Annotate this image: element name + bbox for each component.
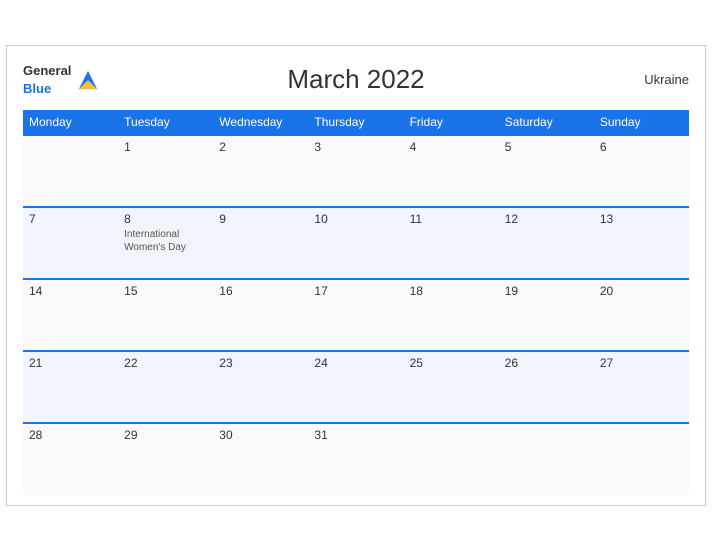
day-number: 17	[314, 284, 397, 298]
calendar-cell: 10	[308, 207, 403, 279]
calendar-cell: 23	[213, 351, 308, 423]
calendar-cell: 11	[404, 207, 499, 279]
event-label: International Women's Day	[124, 228, 207, 254]
calendar-cell: 19	[499, 279, 594, 351]
calendar-cell: 5	[499, 135, 594, 207]
day-number: 12	[505, 212, 588, 226]
week-row-3: 14 15 16 17 18 19 20	[23, 279, 689, 351]
calendar-cell: 6	[594, 135, 689, 207]
day-number: 23	[219, 356, 302, 370]
calendar-cell: 16	[213, 279, 308, 351]
calendar-cell: 14	[23, 279, 118, 351]
day-number: 16	[219, 284, 302, 298]
day-number: 6	[600, 140, 683, 154]
day-number: 22	[124, 356, 207, 370]
day-number: 10	[314, 212, 397, 226]
calendar-cell: 8 International Women's Day	[118, 207, 213, 279]
logo-blue-text: Blue	[23, 81, 51, 96]
days-of-week-row: Monday Tuesday Wednesday Thursday Friday…	[23, 110, 689, 135]
calendar-cell: 18	[404, 279, 499, 351]
col-thursday: Thursday	[308, 110, 403, 135]
calendar-cell: 2	[213, 135, 308, 207]
col-tuesday: Tuesday	[118, 110, 213, 135]
day-number: 20	[600, 284, 683, 298]
day-number: 28	[29, 428, 112, 442]
calendar-cell: 31	[308, 423, 403, 495]
calendar-cell: 28	[23, 423, 118, 495]
day-number: 27	[600, 356, 683, 370]
col-wednesday: Wednesday	[213, 110, 308, 135]
calendar-cell	[499, 423, 594, 495]
day-number: 30	[219, 428, 302, 442]
calendar-cell: 26	[499, 351, 594, 423]
day-number: 25	[410, 356, 493, 370]
calendar-cell: 20	[594, 279, 689, 351]
day-number: 14	[29, 284, 112, 298]
col-friday: Friday	[404, 110, 499, 135]
calendar-cell: 15	[118, 279, 213, 351]
calendar-cell: 21	[23, 351, 118, 423]
ukraine-flag-icon	[77, 69, 99, 91]
week-row-1: 123456	[23, 135, 689, 207]
day-number: 4	[410, 140, 493, 154]
calendar-cell: 7	[23, 207, 118, 279]
col-monday: Monday	[23, 110, 118, 135]
day-number: 5	[505, 140, 588, 154]
col-sunday: Sunday	[594, 110, 689, 135]
day-number: 15	[124, 284, 207, 298]
calendar-cell: 24	[308, 351, 403, 423]
day-number: 31	[314, 428, 397, 442]
day-number: 24	[314, 356, 397, 370]
logo: General Blue	[23, 62, 99, 98]
calendar-cell: 29	[118, 423, 213, 495]
week-row-4: 21 22 23 24 25 26 27	[23, 351, 689, 423]
day-number: 1	[124, 140, 207, 154]
day-number: 7	[29, 212, 112, 226]
calendar-cell: 22	[118, 351, 213, 423]
day-number: 9	[219, 212, 302, 226]
calendar-cell: 3	[308, 135, 403, 207]
calendar-title: March 2022	[287, 64, 424, 95]
day-number: 29	[124, 428, 207, 442]
country-label: Ukraine	[644, 72, 689, 87]
calendar-cell	[404, 423, 499, 495]
calendar-header: General Blue March 2022 Ukraine	[23, 62, 689, 98]
col-saturday: Saturday	[499, 110, 594, 135]
calendar-cell: 4	[404, 135, 499, 207]
week-row-2: 78 International Women's Day 9 10 11 12 13	[23, 207, 689, 279]
day-number: 2	[219, 140, 302, 154]
day-number: 26	[505, 356, 588, 370]
calendar-cell	[23, 135, 118, 207]
day-number: 3	[314, 140, 397, 154]
calendar-grid: Monday Tuesday Wednesday Thursday Friday…	[23, 110, 689, 495]
day-number: 11	[410, 212, 493, 226]
day-number: 18	[410, 284, 493, 298]
calendar-cell: 9	[213, 207, 308, 279]
day-number: 19	[505, 284, 588, 298]
calendar-cell	[594, 423, 689, 495]
calendar-container: General Blue March 2022 Ukraine Monday T…	[6, 45, 706, 506]
day-number: 8	[124, 212, 207, 226]
calendar-cell: 13	[594, 207, 689, 279]
logo-general-text: General	[23, 63, 71, 78]
calendar-cell: 25	[404, 351, 499, 423]
calendar-cell: 1	[118, 135, 213, 207]
day-number: 13	[600, 212, 683, 226]
week-row-5: 28 29 30 31	[23, 423, 689, 495]
day-number: 21	[29, 356, 112, 370]
calendar-cell: 30	[213, 423, 308, 495]
calendar-cell: 17	[308, 279, 403, 351]
calendar-cell: 12	[499, 207, 594, 279]
calendar-cell: 27	[594, 351, 689, 423]
